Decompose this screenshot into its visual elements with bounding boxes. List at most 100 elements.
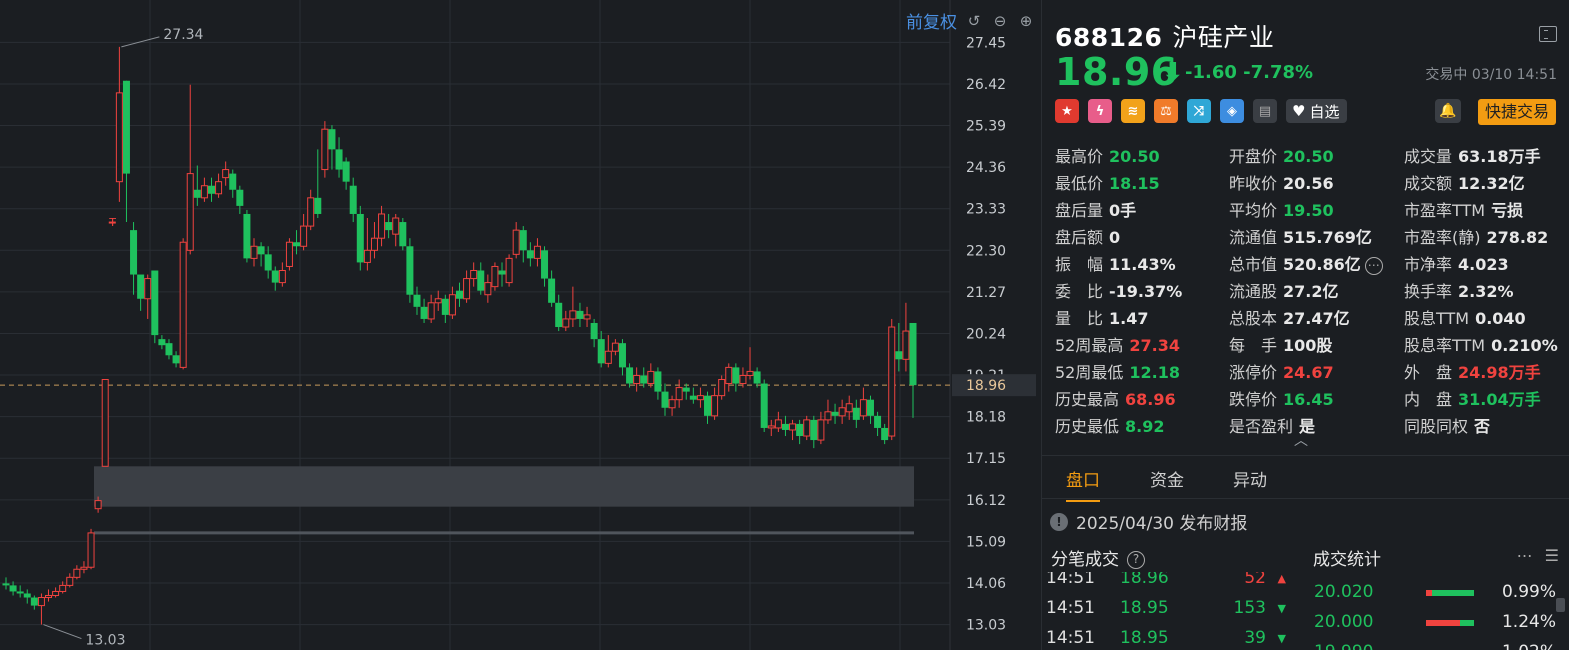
candle-body-down bbox=[796, 423, 804, 437]
quote-label: 外 盘 bbox=[1404, 363, 1453, 382]
candle-body-down bbox=[257, 246, 265, 255]
change-percent: -7.78% bbox=[1243, 62, 1314, 83]
candle-body-up bbox=[569, 310, 577, 320]
quote-cell: 平均价 19.50 bbox=[1229, 197, 1334, 221]
candle-body-up bbox=[215, 181, 223, 195]
quote-cell: 52周最低 12.18 bbox=[1055, 359, 1180, 383]
quote-value: 0手 bbox=[1109, 201, 1137, 220]
stat-bar-buy bbox=[1426, 590, 1432, 596]
quote-value: 2.32% bbox=[1458, 282, 1514, 301]
candle-body-up bbox=[470, 269, 478, 280]
chevron-up-icon[interactable]: ︿ bbox=[1294, 430, 1308, 450]
quote-cell: 跌停价 16.45 bbox=[1229, 386, 1334, 410]
quote-value: 24.98万手 bbox=[1458, 363, 1541, 382]
quote-cell: 52周最高 27.34 bbox=[1055, 332, 1180, 356]
balance-icon[interactable]: ⚖ bbox=[1154, 99, 1178, 123]
y-tick-label: 24.36 bbox=[966, 160, 1006, 176]
y-tick-label: 14.06 bbox=[966, 576, 1006, 592]
quote-label: 总市值 bbox=[1229, 255, 1278, 274]
candle-body-up bbox=[604, 350, 612, 364]
candle-body-up bbox=[37, 597, 45, 607]
candle-body-up bbox=[675, 387, 683, 401]
undo-icon[interactable]: ↺ bbox=[965, 12, 983, 30]
quick-trade-button[interactable]: 快捷交易 bbox=[1477, 99, 1556, 125]
candle-body-up bbox=[746, 370, 754, 376]
stat-bar bbox=[1426, 620, 1474, 626]
tick-price: 18.95 bbox=[1120, 628, 1169, 648]
quote-cell: 市盈率TTM 亏损 bbox=[1404, 197, 1523, 221]
bell-icon[interactable]: 🔔 bbox=[1435, 99, 1461, 123]
candle-body-down bbox=[137, 274, 145, 299]
y-tick-label: 25.39 bbox=[966, 119, 1006, 135]
panel-toggle-icon[interactable] bbox=[1539, 26, 1557, 42]
kline-chart-panel[interactable]: 27.34 13.03 T 27.45 26.42 25.39 24.36 23.33 22.3… bbox=[0, 0, 1042, 650]
quote-cell: 盘后额 0 bbox=[1055, 224, 1120, 248]
candle-body-up bbox=[179, 241, 187, 368]
tick-list[interactable]: 14:51 18.96 52 ▲ 14:51 18.95 153 ▼ 14:51 18.95 39 ▼ bbox=[1042, 572, 1302, 650]
candle-body-up bbox=[668, 399, 676, 409]
candle-body-up bbox=[647, 370, 655, 385]
help-icon[interactable]: ? bbox=[1127, 551, 1145, 569]
candle-body-up bbox=[87, 532, 95, 568]
quote-label: 市净率 bbox=[1404, 255, 1453, 274]
candlestick-chart[interactable]: 27.34 13.03 T 27.45 26.42 25.39 24.36 23.33 22.3… bbox=[0, 0, 1041, 650]
y-tick-label: 13.03 bbox=[966, 618, 1006, 634]
candle-body-up bbox=[739, 374, 747, 385]
stock-name: 沪硅产业 bbox=[1172, 23, 1275, 52]
candle-body-down bbox=[781, 423, 789, 430]
quote-cell: 成交量 63.18万手 bbox=[1404, 143, 1541, 167]
candle-body-up bbox=[824, 411, 832, 421]
quote-label: 历史最低 bbox=[1055, 417, 1120, 436]
quote-cell: 开盘价 20.50 bbox=[1229, 143, 1334, 167]
quote-cell: 流通股 27.2亿 bbox=[1229, 278, 1339, 302]
earnings-report-notice[interactable]: ! 2025/04/30 发布财报 bbox=[1050, 509, 1247, 534]
limit-up-marker: T bbox=[108, 216, 116, 229]
stat-bar bbox=[1426, 590, 1474, 596]
quote-value: 20.56 bbox=[1283, 174, 1334, 193]
quote-cell: 总市值 520.86亿 ⋯ bbox=[1229, 251, 1383, 275]
stat-price: 20.000 bbox=[1314, 612, 1374, 632]
add-watchlist-button[interactable]: ♥ 自选 bbox=[1286, 99, 1348, 123]
tag-icon[interactable]: ◈ bbox=[1220, 99, 1244, 123]
candle-body-down bbox=[335, 149, 343, 170]
candle-body-down bbox=[477, 270, 485, 291]
quote-label: 量 比 bbox=[1055, 309, 1104, 328]
note-icon[interactable]: ▤ bbox=[1253, 99, 1277, 123]
candle-body-down bbox=[654, 371, 662, 392]
triangle-down-icon: ▼ bbox=[1277, 602, 1286, 615]
quote-cell: 成交额 12.32亿 bbox=[1404, 170, 1525, 194]
scrollbar[interactable] bbox=[1556, 598, 1565, 612]
candle-body-up bbox=[392, 217, 400, 235]
database-icon[interactable]: ≋ bbox=[1121, 99, 1145, 123]
candle-body-up bbox=[512, 229, 520, 255]
feature-icons-row: ★ ϟ ≋ ⚖ ⤨ ◈ ▤ ♥ 自选 bbox=[1055, 99, 1348, 123]
quote-value: 1.47 bbox=[1109, 309, 1149, 328]
list-icon[interactable]: ☰ bbox=[1545, 546, 1559, 565]
quote-cell: 振 幅 11.43% bbox=[1055, 251, 1176, 275]
candle-body-down bbox=[661, 391, 669, 408]
quote-row: 委 比 -19.37% 流通股 27.2亿 换手率 2.32% bbox=[1055, 276, 1565, 303]
candle-body-down bbox=[760, 383, 768, 428]
tab-funds[interactable]: 资金 bbox=[1150, 466, 1184, 491]
margin-trading-icon[interactable]: ϟ bbox=[1088, 99, 1112, 123]
quote-value: 100股 bbox=[1283, 336, 1333, 355]
tab-pankou[interactable]: 盘口 bbox=[1066, 466, 1100, 502]
price-stats-list[interactable]: 20.020 0.99% 20.000 1.24% 19.990 1.02% bbox=[1314, 580, 1564, 650]
quote-label: 市盈率(静) bbox=[1404, 228, 1481, 247]
zoom-in-icon[interactable]: ⊕ bbox=[1017, 12, 1035, 30]
stat-price: 19.990 bbox=[1314, 642, 1373, 650]
more-icon[interactable]: ⋯ bbox=[1364, 256, 1383, 275]
candle-body-down bbox=[16, 591, 24, 594]
tab-events[interactable]: 异动 bbox=[1233, 466, 1267, 491]
quote-label: 振 幅 bbox=[1055, 255, 1104, 274]
zoom-out-icon[interactable]: ⊖ bbox=[991, 12, 1009, 30]
shuffle-icon[interactable]: ⤨ bbox=[1187, 99, 1211, 123]
quote-label: 最高价 bbox=[1055, 147, 1104, 166]
quote-value: 20.50 bbox=[1109, 147, 1160, 166]
quote-value: 31.04万手 bbox=[1458, 390, 1541, 409]
china-flag-icon[interactable]: ★ bbox=[1055, 99, 1079, 123]
more-icon[interactable]: ⋯ bbox=[1517, 546, 1533, 565]
adjust-mode-button[interactable]: 前复权 bbox=[906, 8, 957, 33]
candle-body-up bbox=[80, 566, 88, 570]
candle-body-down bbox=[413, 294, 421, 307]
